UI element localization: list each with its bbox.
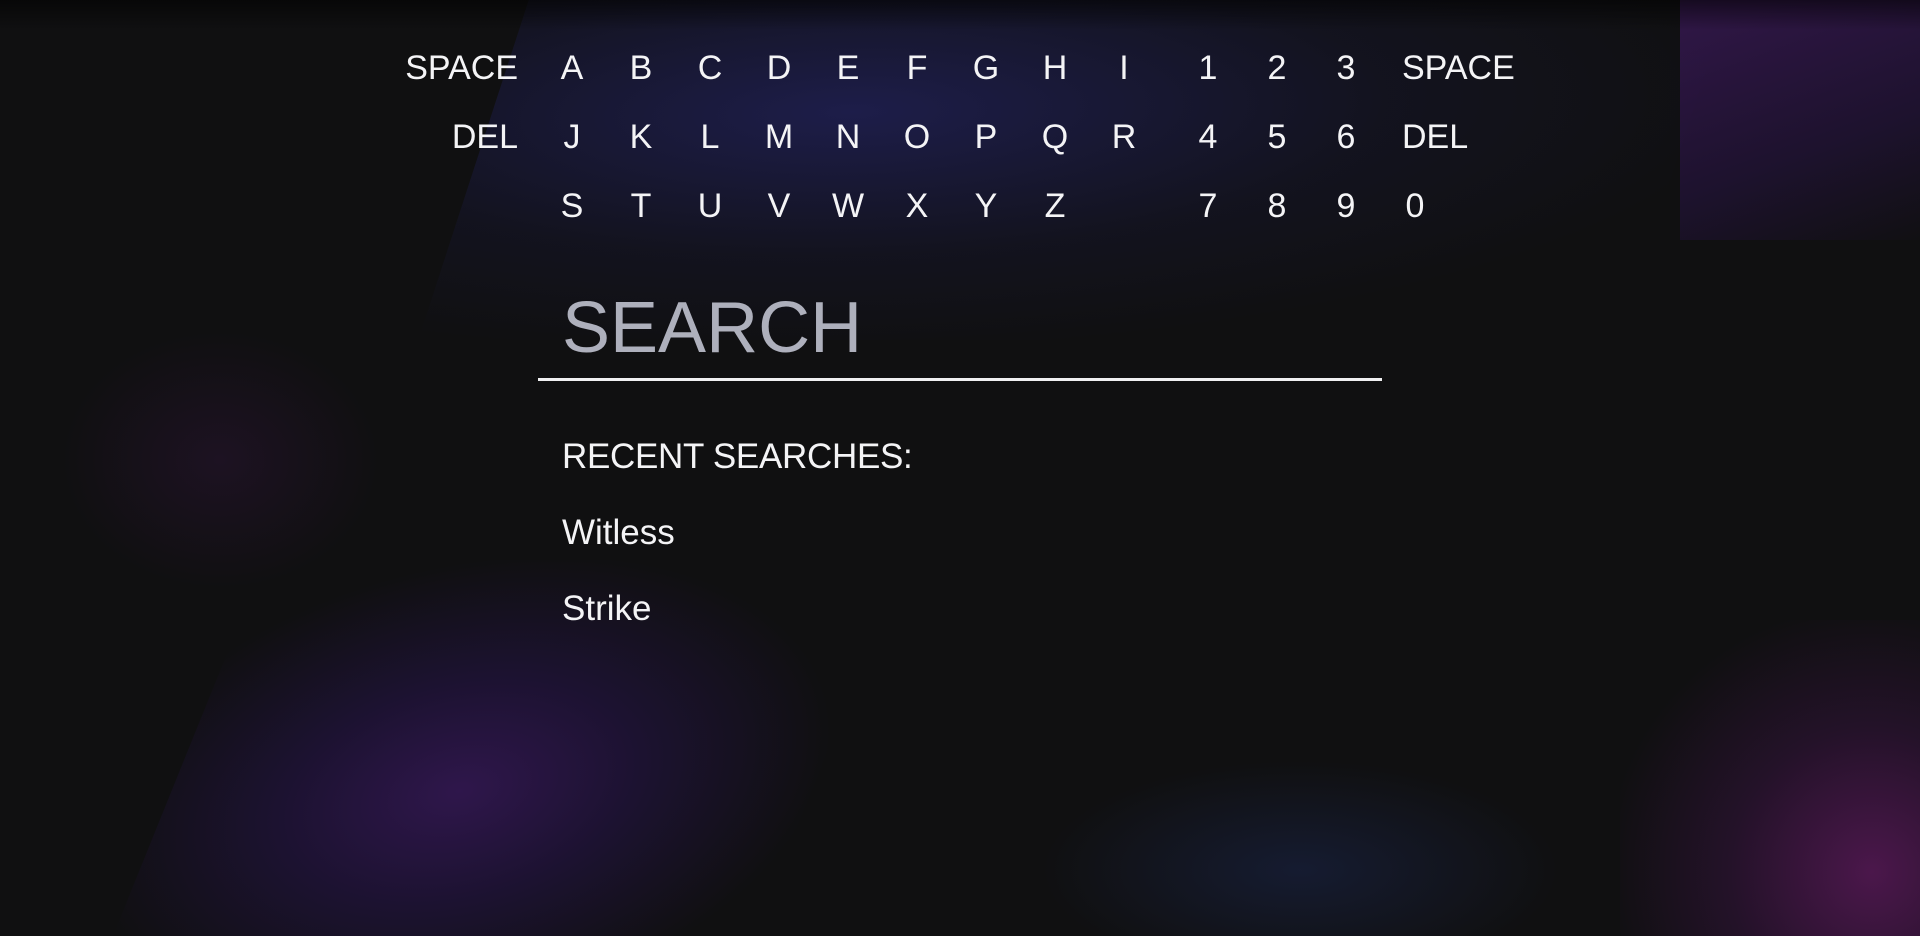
key-b[interactable]: B — [613, 38, 669, 98]
key-o[interactable]: O — [889, 107, 945, 167]
background-shape — [1620, 620, 1920, 936]
search-underline — [538, 378, 1382, 381]
key-u[interactable]: U — [682, 176, 738, 236]
key-4[interactable]: 4 — [1180, 107, 1236, 167]
key-9[interactable]: 9 — [1318, 176, 1374, 236]
key-8[interactable]: 8 — [1249, 176, 1305, 236]
key-space-left[interactable]: SPACE — [378, 38, 518, 98]
key-v[interactable]: V — [751, 176, 807, 236]
key-l[interactable]: L — [682, 107, 738, 167]
key-3[interactable]: 3 — [1318, 38, 1374, 98]
key-z[interactable]: Z — [1027, 176, 1083, 236]
key-s[interactable]: S — [544, 176, 600, 236]
onscreen-keyboard: SPACE A B C D E F G H I 1 2 3 SPACE DEL … — [0, 38, 1920, 248]
key-k[interactable]: K — [613, 107, 669, 167]
key-g[interactable]: G — [958, 38, 1014, 98]
key-del-right[interactable]: DEL — [1402, 107, 1542, 167]
background-shape — [0, 0, 1920, 30]
key-e[interactable]: E — [820, 38, 876, 98]
key-m[interactable]: M — [751, 107, 807, 167]
key-1[interactable]: 1 — [1180, 38, 1236, 98]
key-d[interactable]: D — [751, 38, 807, 98]
key-j[interactable]: J — [544, 107, 600, 167]
key-y[interactable]: Y — [958, 176, 1014, 236]
background-shape — [1040, 760, 1560, 936]
key-q[interactable]: Q — [1027, 107, 1083, 167]
search-input[interactable] — [562, 288, 1362, 368]
key-w[interactable]: W — [820, 176, 876, 236]
key-p[interactable]: P — [958, 107, 1014, 167]
recent-search-item[interactable]: Witless — [562, 508, 1162, 558]
recent-search-item[interactable]: Strike — [562, 584, 1162, 634]
key-2[interactable]: 2 — [1249, 38, 1305, 98]
key-x[interactable]: X — [889, 176, 945, 236]
recent-searches: RECENT SEARCHES: Witless Strike — [562, 432, 1162, 634]
key-c[interactable]: C — [682, 38, 738, 98]
key-f[interactable]: F — [889, 38, 945, 98]
key-5[interactable]: 5 — [1249, 107, 1305, 167]
search-field — [538, 280, 1382, 382]
recent-searches-heading: RECENT SEARCHES: — [562, 437, 913, 476]
key-t[interactable]: T — [613, 176, 669, 236]
key-6[interactable]: 6 — [1318, 107, 1374, 167]
key-r[interactable]: R — [1096, 107, 1152, 167]
key-del-left[interactable]: DEL — [378, 107, 518, 167]
key-space-right[interactable]: SPACE — [1402, 38, 1542, 98]
background-shape — [60, 330, 380, 590]
key-0[interactable]: 0 — [1387, 176, 1443, 236]
key-i[interactable]: I — [1096, 38, 1152, 98]
key-a[interactable]: A — [544, 38, 600, 98]
key-7[interactable]: 7 — [1180, 176, 1236, 236]
key-n[interactable]: N — [820, 107, 876, 167]
key-h[interactable]: H — [1027, 38, 1083, 98]
